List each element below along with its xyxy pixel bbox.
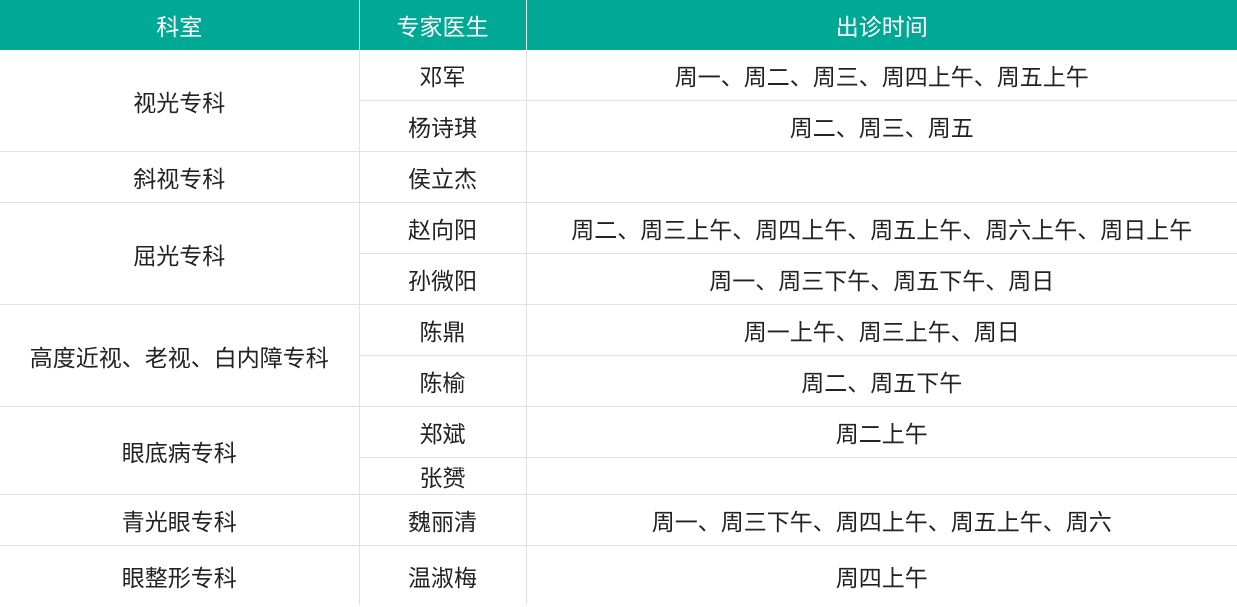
department-cell: 屈光专科 (0, 202, 360, 305)
header-doctor: 专家医生 (359, 0, 527, 50)
department-cell: 眼底病专科 (0, 406, 360, 495)
doctor-cell: 魏丽清 (359, 494, 527, 546)
time-cell: 周一上午、周三上午、周日 (526, 304, 1237, 356)
table-row: 屈光专科 赵向阳 周二、周三上午、周四上午、周五上午、周六上午、周日上午 (0, 202, 1237, 305)
doctor-cell: 郑斌 (359, 406, 527, 458)
doctor-cell: 杨诗琪 (359, 100, 527, 152)
doctor-cell: 陈榆 (359, 355, 527, 407)
doctor-cell: 邓军 (359, 50, 527, 101)
time-cell: 周四上午 (835, 565, 928, 592)
time-cell: 周一、周二、周三、周四上午、周五上午 (526, 50, 1237, 101)
department-cell: 视光专科 (0, 50, 360, 152)
doctor-cell: 张赟 (359, 457, 527, 495)
header-time: 出诊时间 (526, 0, 1237, 50)
time-cell: 周二、周三、周五 (526, 100, 1237, 152)
doctor-cell: 温淑梅 (359, 545, 527, 605)
time-cell: 周二、周五下午 (526, 355, 1237, 407)
time-cell (526, 151, 1237, 203)
table-row: 视光专科 邓军 周一、周二、周三、周四上午、周五上午 (0, 50, 1237, 152)
time-cell: 周一、周三下午、周四上午、周五上午、周六 (526, 494, 1237, 546)
table-body: 视光专科 邓军 周一、周二、周三、周四上午、周五上午 杨诗琪 周二、周三、周五 … (0, 50, 1237, 605)
department-cell: 青光眼专科 (0, 494, 360, 546)
doctor-cell: 孙微阳 (359, 253, 527, 305)
header-department: 科室 (0, 0, 360, 50)
clinic-schedule-table: 科室 专家医生 出诊时间 视光专科 邓军 周一、周二、周三、周四上午、周五上午 … (0, 0, 1237, 605)
department-cell: 眼整形专科 (0, 545, 360, 605)
doctor-cell: 陈鼎 (359, 304, 527, 356)
department-cell: 斜视专科 (0, 151, 360, 203)
table-header: 科室 专家医生 出诊时间 (0, 0, 1237, 50)
doctor-cell: 侯立杰 (359, 151, 527, 203)
time-cell: 周一、周三下午、周五下午、周日 (526, 253, 1237, 305)
department-cell: 高度近视、老视、白内障专科 (0, 304, 360, 407)
time-cell (526, 457, 1237, 495)
header-row: 科室 专家医生 出诊时间 (0, 0, 1237, 50)
table-row: 眼整形专科 温淑梅 周四上午 (0, 545, 1237, 605)
doctor-cell: 赵向阳 (359, 202, 527, 254)
table-row: 眼底病专科 郑斌 周二上午 (0, 406, 1237, 495)
time-cell: 周二、周三上午、周四上午、周五上午、周六上午、周日上午 (526, 202, 1237, 254)
table-row: 斜视专科 侯立杰 (0, 151, 1237, 203)
time-cell: 周二上午 (526, 406, 1237, 458)
table-row: 高度近视、老视、白内障专科 陈鼎 周一上午、周三上午、周日 (0, 304, 1237, 407)
table-row: 青光眼专科 魏丽清 周一、周三下午、周四上午、周五上午、周六 (0, 494, 1237, 546)
